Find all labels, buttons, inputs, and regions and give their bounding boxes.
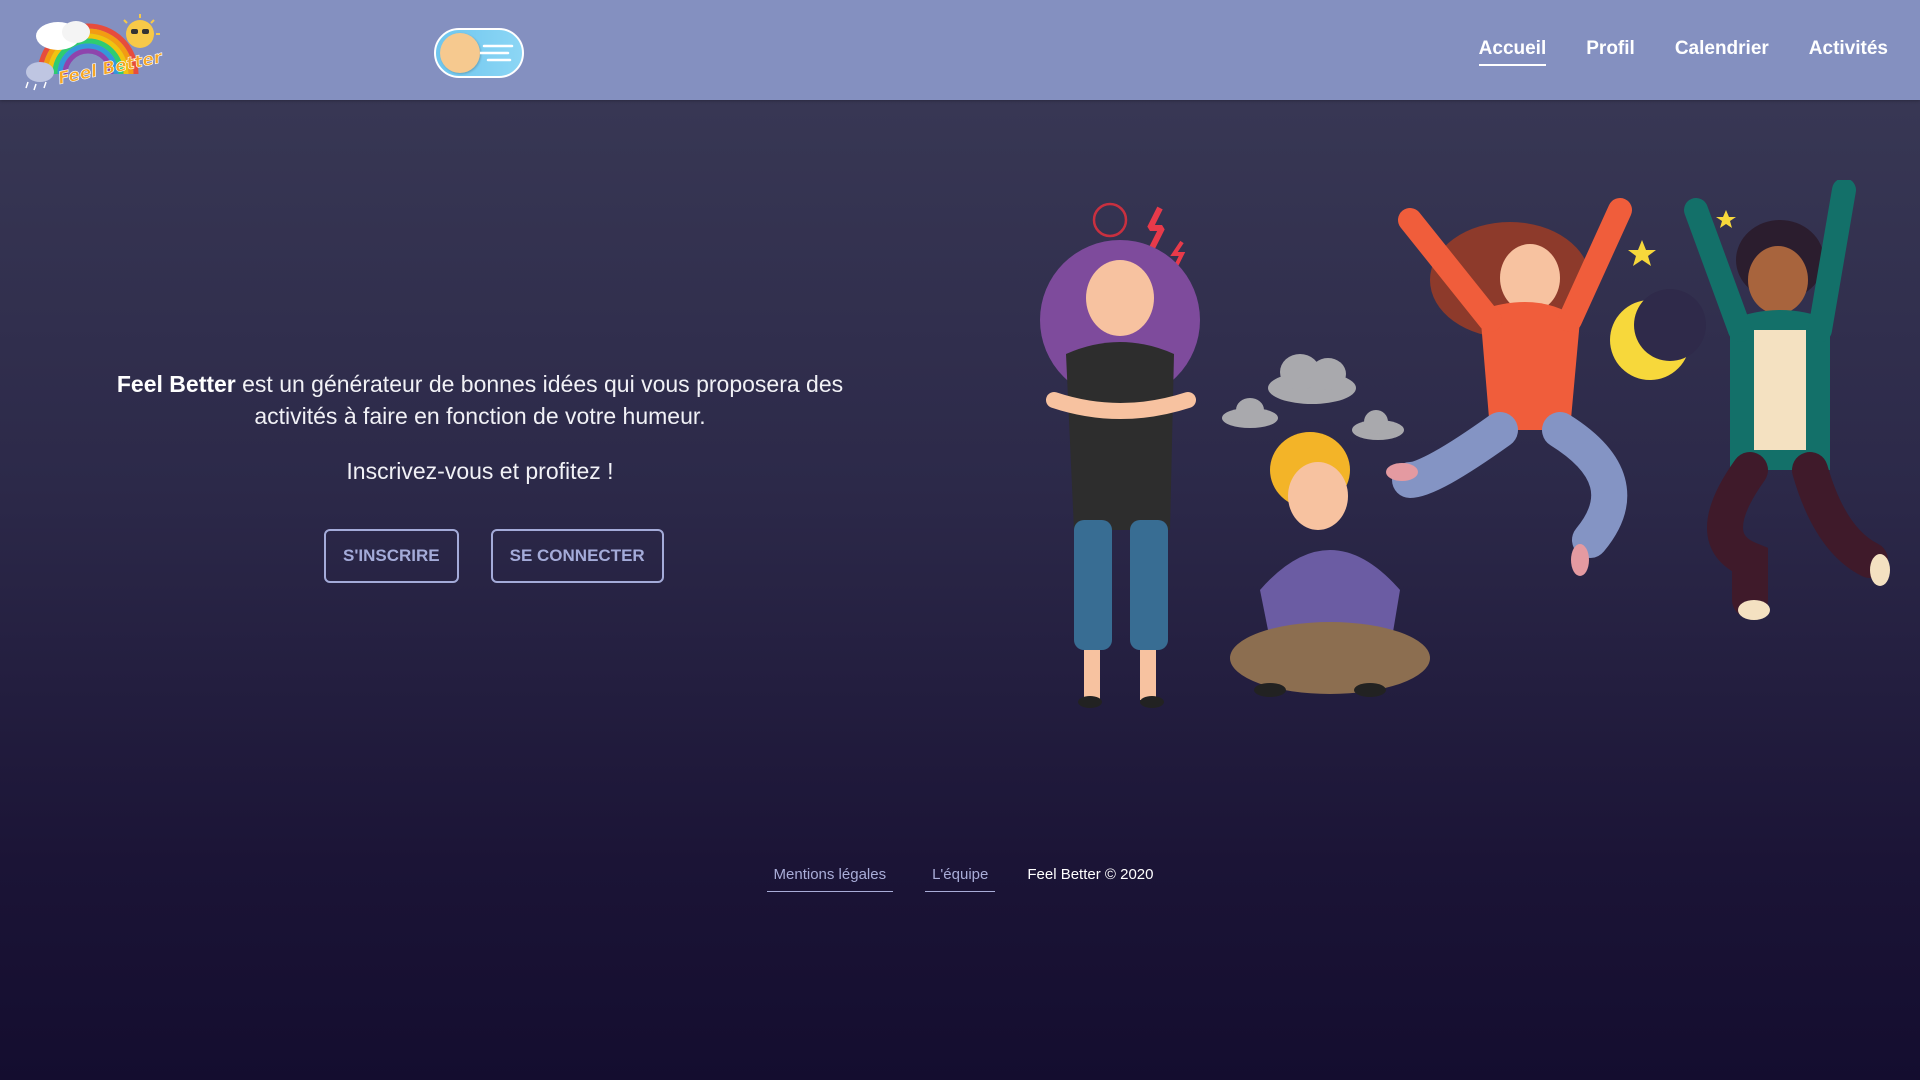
intro-brand: Feel Better (116, 371, 236, 397)
nav-item-accueil[interactable]: Accueil (1478, 38, 1547, 66)
speed-lines-icon (480, 44, 514, 62)
nav-item-profil[interactable]: Profil (1586, 38, 1635, 66)
moon-icon (1610, 289, 1706, 380)
star-icon (1716, 210, 1736, 228)
star-icon (1628, 240, 1656, 266)
site-header: Feel Better Accueil Profil Calendrier Ac… (0, 0, 1920, 100)
sun-icon (440, 33, 480, 73)
intro-paragraph: Feel Better est un générateur de bonnes … (100, 368, 860, 432)
signup-button[interactable]: S'INSCRIRE (324, 529, 459, 583)
happy-jumping-girl-figure (1386, 198, 1632, 576)
angry-girl-figure (1040, 202, 1200, 708)
login-button[interactable]: SE CONNECTER (490, 529, 664, 583)
legal-link[interactable]: Mentions légales (766, 862, 894, 892)
cheering-boy-figure (1684, 180, 1890, 620)
cta-text: Inscrivez-vous et profitez ! (346, 458, 614, 484)
auth-buttons: S'INSCRIRE SE CONNECTER (324, 529, 664, 583)
copyright-text: Feel Better © 2020 (1027, 866, 1154, 883)
nav-item-activites[interactable]: Activités (1809, 38, 1888, 66)
main-nav: Accueil Profil Calendrier Activités (1478, 38, 1888, 66)
sad-clouds (1222, 354, 1404, 440)
moods-characters-illustration-icon (1040, 180, 1890, 708)
nav-item-calendrier[interactable]: Calendrier (1675, 38, 1769, 66)
site-footer: Mentions légales L'équipe Feel Better © … (0, 862, 1920, 892)
intro-text: est un générateur de bonnes idées qui vo… (235, 371, 844, 429)
team-link[interactable]: L'équipe (925, 862, 996, 892)
feel-better-logo-icon[interactable]: Feel Better (18, 14, 164, 92)
theme-toggle[interactable] (434, 28, 524, 78)
